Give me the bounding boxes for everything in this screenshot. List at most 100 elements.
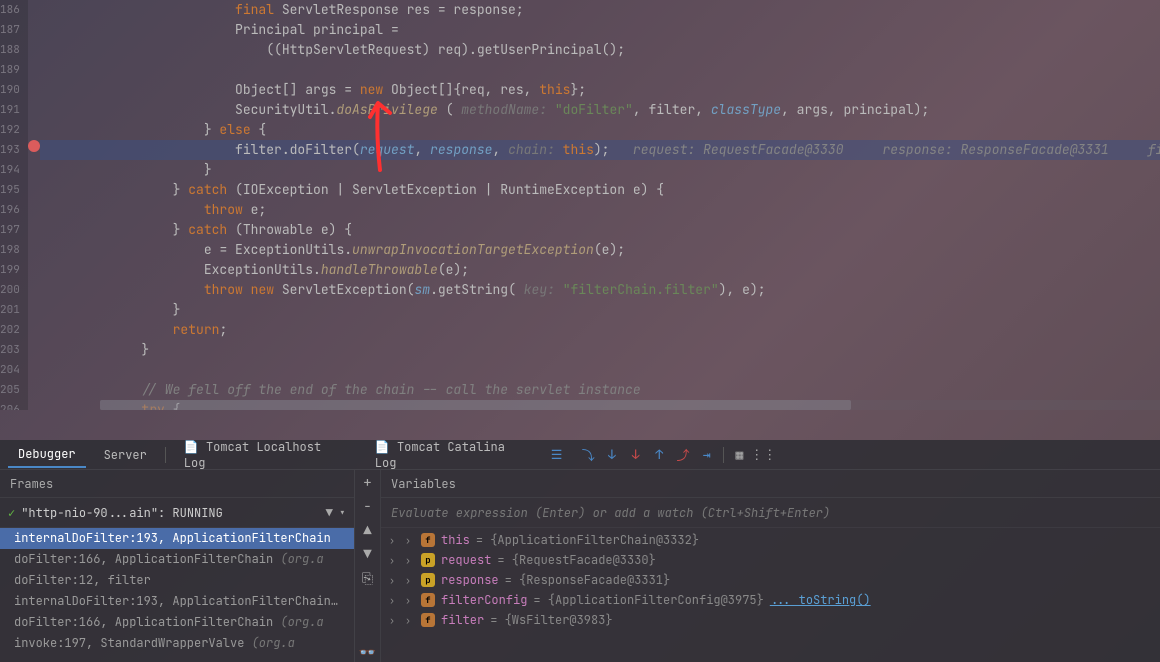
var-badge-icon: p <box>421 553 435 567</box>
code-line[interactable]: } catch (Throwable e) { <box>40 220 1160 240</box>
up-icon[interactable]: ▲ <box>359 522 377 540</box>
breakpoint-slot[interactable] <box>28 98 40 118</box>
breakpoint-column[interactable] <box>28 0 40 410</box>
expand-icon[interactable]: › <box>389 554 399 567</box>
tostring-link[interactable]: ... toString() <box>770 592 871 608</box>
var-badge-icon: f <box>421 533 435 547</box>
tab-debugger[interactable]: Debugger <box>8 442 86 468</box>
code-area[interactable]: final ServletResponse res = response; Pr… <box>40 0 1160 410</box>
tab-server[interactable]: Server <box>94 443 157 467</box>
evaluate-icon[interactable]: ▦ <box>732 447 748 463</box>
tab-catalina-log[interactable]: 📄 Tomcat Catalina Log <box>365 435 541 475</box>
horizontal-scrollbar[interactable] <box>100 400 1160 410</box>
code-line[interactable] <box>40 60 1160 80</box>
step-out-icon[interactable]: ↑ <box>651 447 667 463</box>
code-line[interactable]: SecurityUtil.doAsPrivilege ( methodName:… <box>40 100 1160 120</box>
force-step-into-icon[interactable]: ↓ <box>628 447 644 463</box>
breakpoint-slot[interactable] <box>28 371 40 391</box>
line-number: 192 <box>0 120 28 140</box>
code-line[interactable]: } else { <box>40 120 1160 140</box>
filter-icon[interactable]: ▼ <box>326 505 333 521</box>
code-line[interactable]: throw e; <box>40 200 1160 220</box>
breakpoint-slot[interactable] <box>28 39 40 59</box>
breakpoint-icon[interactable] <box>28 140 40 152</box>
breakpoint-slot[interactable] <box>28 78 40 98</box>
frames-header: Frames <box>0 470 354 498</box>
code-line[interactable]: Object[] args = new Object[]{req, res, t… <box>40 80 1160 100</box>
breakpoint-slot[interactable] <box>28 234 40 254</box>
breakpoint-slot[interactable] <box>28 313 40 333</box>
code-line[interactable]: e = ExceptionUtils.unwrapInvocationTarge… <box>40 240 1160 260</box>
breakpoint-slot[interactable] <box>28 137 40 157</box>
var-name: filterConfig <box>441 592 527 608</box>
down-icon[interactable]: ▼ <box>359 546 377 564</box>
variable-row[interactable]: ››p response = {ResponseFacade@3331} <box>381 570 1160 590</box>
code-line[interactable]: throw new ServletException(sm.getString(… <box>40 280 1160 300</box>
expand-icon[interactable]: › <box>389 594 399 607</box>
code-line[interactable]: return; <box>40 320 1160 340</box>
thread-selector[interactable]: ✓ "http-nio-90...ain": RUNNING ▼ ▾ <box>0 498 354 528</box>
code-line[interactable]: ExceptionUtils.handleThrowable(e); <box>40 260 1160 280</box>
code-editor[interactable]: 1861871881891901911921931941951961971981… <box>0 0 1160 410</box>
chevron-icon: › <box>405 534 415 547</box>
glasses-icon[interactable]: 👓 <box>359 644 377 662</box>
breakpoint-slot[interactable] <box>28 117 40 137</box>
breakpoint-slot[interactable] <box>28 0 40 20</box>
breakpoint-slot[interactable] <box>28 332 40 352</box>
variable-row[interactable]: ››f filterConfig = {ApplicationFilterCon… <box>381 590 1160 610</box>
run-to-cursor-icon[interactable]: ⇥ <box>699 447 715 463</box>
frame-list[interactable]: internalDoFilter:193, ApplicationFilterC… <box>0 528 354 662</box>
code-line[interactable]: ((HttpServletRequest) req).getUserPrinci… <box>40 40 1160 60</box>
breakpoint-slot[interactable] <box>28 156 40 176</box>
code-line[interactable]: } <box>40 340 1160 360</box>
breakpoint-slot[interactable] <box>28 20 40 40</box>
line-number: 187 <box>0 20 28 40</box>
code-line[interactable]: } <box>40 160 1160 180</box>
variable-row[interactable]: ››f this = {ApplicationFilterChain@3332} <box>381 530 1160 550</box>
stack-frame[interactable]: internalDoFilter:193, ApplicationFilterC… <box>0 528 354 549</box>
breakpoint-slot[interactable] <box>28 273 40 293</box>
copy-icon[interactable]: ⎘ <box>359 570 377 588</box>
trace-icon[interactable]: ⋮⋮ <box>755 447 771 463</box>
expand-icon[interactable]: › <box>389 574 399 587</box>
side-toolbar: + − ▲ ▼ ⎘ 👓 <box>355 470 381 662</box>
step-over-icon[interactable]: ⤵ <box>580 447 596 463</box>
code-line[interactable]: Principal principal = <box>40 20 1160 40</box>
code-line[interactable]: filter.doFilter(request, response, chain… <box>40 140 1160 160</box>
tab-localhost-log[interactable]: 📄 Tomcat Localhost Log <box>174 435 357 475</box>
stack-frame[interactable]: invoke:197, StandardWrapperValve (org.a <box>0 633 354 654</box>
log-icon: 📄 <box>184 439 199 455</box>
scrollbar-thumb[interactable] <box>100 400 851 410</box>
variable-list[interactable]: ››f this = {ApplicationFilterChain@3332}… <box>381 528 1160 662</box>
step-into-icon[interactable]: ↓ <box>604 447 620 463</box>
breakpoint-slot[interactable] <box>28 254 40 274</box>
breakpoint-slot[interactable] <box>28 352 40 372</box>
stack-frame[interactable]: doFilter:166, ApplicationFilterChain (or… <box>0 612 354 633</box>
stack-frame[interactable]: doFilter:166, ApplicationFilterChain (or… <box>0 549 354 570</box>
expand-icon[interactable]: › <box>389 534 399 547</box>
layout-icon[interactable]: ☰ <box>549 447 565 463</box>
code-line[interactable]: final ServletResponse res = response; <box>40 0 1160 20</box>
code-line[interactable]: } catch (IOException | ServletException … <box>40 180 1160 200</box>
breakpoint-slot[interactable] <box>28 195 40 215</box>
code-line[interactable] <box>40 360 1160 380</box>
code-line[interactable]: // We fell off the end of the chain -- c… <box>40 380 1160 400</box>
breakpoint-slot[interactable] <box>28 391 40 410</box>
breakpoint-slot[interactable] <box>28 176 40 196</box>
var-value: = {WsFilter@3983} <box>490 612 612 628</box>
line-number: 203 <box>0 340 28 360</box>
dropdown-icon[interactable]: ▾ <box>339 505 346 521</box>
evaluate-input[interactable]: Evaluate expression (Enter) or add a wat… <box>381 498 1160 528</box>
variable-row[interactable]: ››f filter = {WsFilter@3983} <box>381 610 1160 630</box>
add-watch-icon[interactable]: + <box>359 474 377 492</box>
stack-frame[interactable]: internalDoFilter:193, ApplicationFilterC… <box>0 591 354 612</box>
remove-watch-icon[interactable]: − <box>359 498 377 516</box>
drop-frame-icon[interactable]: ⤴ <box>675 447 691 463</box>
stack-frame[interactable]: doFilter:12, filter <box>0 570 354 591</box>
breakpoint-slot[interactable] <box>28 59 40 79</box>
code-line[interactable]: } <box>40 300 1160 320</box>
variable-row[interactable]: ››p request = {RequestFacade@3330} <box>381 550 1160 570</box>
expand-icon[interactable]: › <box>389 614 399 627</box>
breakpoint-slot[interactable] <box>28 215 40 235</box>
breakpoint-slot[interactable] <box>28 293 40 313</box>
